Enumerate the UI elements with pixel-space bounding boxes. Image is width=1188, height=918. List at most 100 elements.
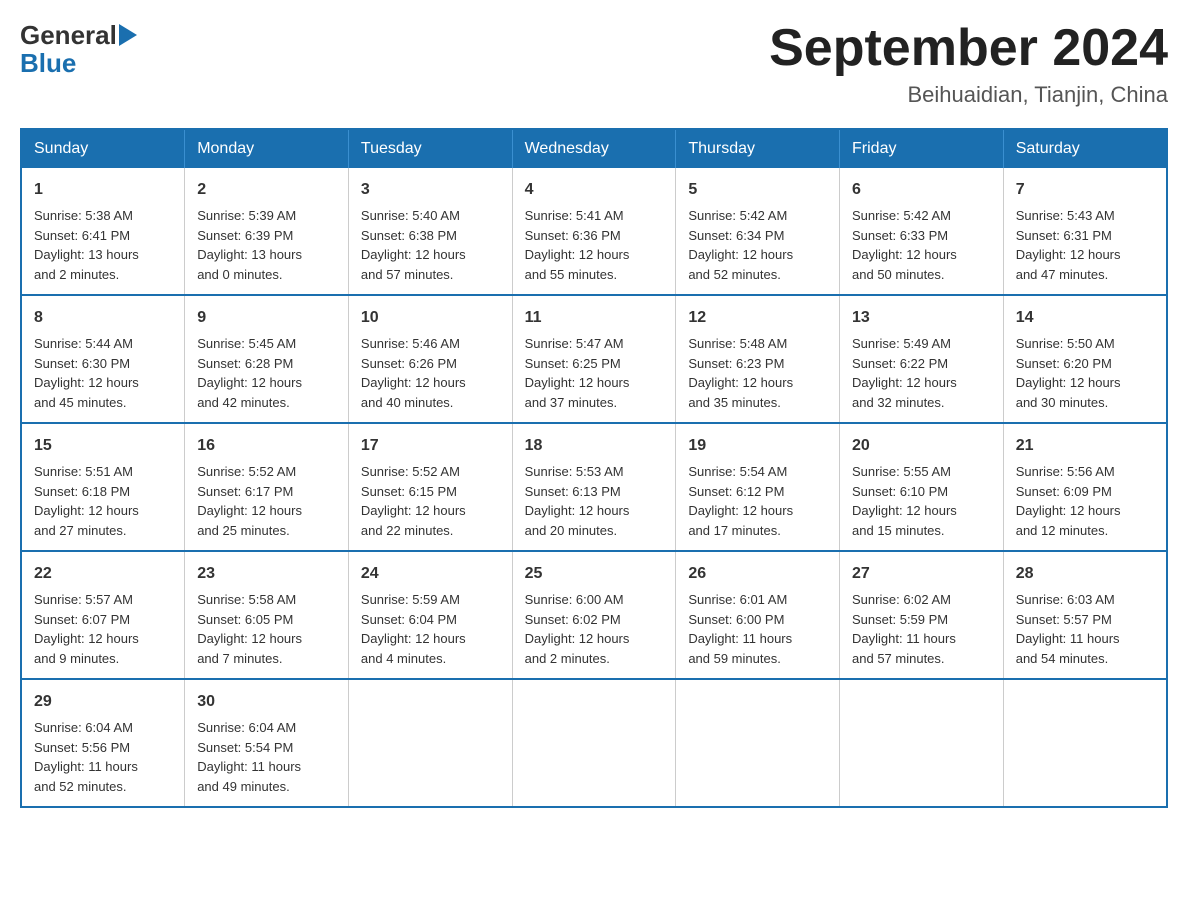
day-info: Sunrise: 5:40 AM Sunset: 6:38 PM Dayligh…: [361, 206, 500, 284]
day-info: Sunrise: 5:52 AM Sunset: 6:17 PM Dayligh…: [197, 462, 336, 540]
logo: General Blue: [20, 20, 137, 76]
day-info: Sunrise: 5:46 AM Sunset: 6:26 PM Dayligh…: [361, 334, 500, 412]
calendar-cell: [348, 679, 512, 807]
day-number: 12: [688, 306, 827, 330]
calendar-cell: 12 Sunrise: 5:48 AM Sunset: 6:23 PM Dayli…: [676, 295, 840, 423]
day-info: Sunrise: 5:47 AM Sunset: 6:25 PM Dayligh…: [525, 334, 664, 412]
day-info: Sunrise: 5:54 AM Sunset: 6:12 PM Dayligh…: [688, 462, 827, 540]
calendar-table: SundayMondayTuesdayWednesdayThursdayFrid…: [20, 128, 1168, 808]
day-info: Sunrise: 5:50 AM Sunset: 6:20 PM Dayligh…: [1016, 334, 1154, 412]
calendar-cell: 26 Sunrise: 6:01 AM Sunset: 6:00 PM Dayli…: [676, 551, 840, 679]
day-info: Sunrise: 5:58 AM Sunset: 6:05 PM Dayligh…: [197, 590, 336, 668]
day-info: Sunrise: 5:49 AM Sunset: 6:22 PM Dayligh…: [852, 334, 991, 412]
day-number: 8: [34, 306, 172, 330]
day-info: Sunrise: 5:48 AM Sunset: 6:23 PM Dayligh…: [688, 334, 827, 412]
calendar-cell: [512, 679, 676, 807]
calendar-cell: [840, 679, 1004, 807]
day-number: 7: [1016, 178, 1154, 202]
calendar-cell: 21 Sunrise: 5:56 AM Sunset: 6:09 PM Dayli…: [1003, 423, 1167, 551]
calendar-cell: 19 Sunrise: 5:54 AM Sunset: 6:12 PM Dayli…: [676, 423, 840, 551]
day-number: 28: [1016, 562, 1154, 586]
calendar-cell: 13Sunrise: 5:49 AM Sunset: 6:22 PM Dayli…: [840, 295, 1004, 423]
day-number: 20: [852, 434, 991, 458]
page-header: General Blue September 2024 Beihuaidian,…: [20, 20, 1168, 108]
day-number: 27: [852, 562, 991, 586]
header-saturday: Saturday: [1003, 129, 1167, 168]
day-info: Sunrise: 5:55 AM Sunset: 6:10 PM Dayligh…: [852, 462, 991, 540]
day-info: Sunrise: 6:04 AM Sunset: 5:56 PM Dayligh…: [34, 718, 172, 796]
calendar-cell: 27 Sunrise: 6:02 AM Sunset: 5:59 PM Dayli…: [840, 551, 1004, 679]
day-info: Sunrise: 5:38 AM Sunset: 6:41 PM Dayligh…: [34, 206, 172, 284]
calendar-cell: 24Sunrise: 5:59 AM Sunset: 6:04 PM Dayli…: [348, 551, 512, 679]
day-info: Sunrise: 5:39 AM Sunset: 6:39 PM Dayligh…: [197, 206, 336, 284]
header-friday: Friday: [840, 129, 1004, 168]
day-info: Sunrise: 5:57 AM Sunset: 6:07 PM Dayligh…: [34, 590, 172, 668]
logo-blue: Blue: [20, 48, 76, 78]
day-number: 30: [197, 690, 336, 714]
day-number: 9: [197, 306, 336, 330]
calendar-cell: 18Sunrise: 5:53 AM Sunset: 6:13 PM Dayli…: [512, 423, 676, 551]
day-info: Sunrise: 5:56 AM Sunset: 6:09 PM Dayligh…: [1016, 462, 1154, 540]
calendar-cell: 11 Sunrise: 5:47 AM Sunset: 6:25 PM Dayli…: [512, 295, 676, 423]
day-number: 2: [197, 178, 336, 202]
calendar-week-2: 8Sunrise: 5:44 AM Sunset: 6:30 PM Daylig…: [21, 295, 1167, 423]
day-info: Sunrise: 6:04 AM Sunset: 5:54 PM Dayligh…: [197, 718, 336, 796]
logo-general: General: [20, 22, 117, 48]
calendar-cell: 23 Sunrise: 5:58 AM Sunset: 6:05 PM Dayli…: [185, 551, 349, 679]
day-info: Sunrise: 6:01 AM Sunset: 6:00 PM Dayligh…: [688, 590, 827, 668]
calendar-cell: 10 Sunrise: 5:46 AM Sunset: 6:26 PM Dayli…: [348, 295, 512, 423]
header-tuesday: Tuesday: [348, 129, 512, 168]
calendar-cell: 2 Sunrise: 5:39 AM Sunset: 6:39 PM Daylig…: [185, 168, 349, 295]
calendar-cell: 7 Sunrise: 5:43 AM Sunset: 6:31 PM Daylig…: [1003, 168, 1167, 295]
day-number: 24: [361, 562, 500, 586]
day-number: 1: [34, 178, 172, 202]
day-info: Sunrise: 5:52 AM Sunset: 6:15 PM Dayligh…: [361, 462, 500, 540]
calendar-cell: 14 Sunrise: 5:50 AM Sunset: 6:20 PM Dayli…: [1003, 295, 1167, 423]
day-info: Sunrise: 5:51 AM Sunset: 6:18 PM Dayligh…: [34, 462, 172, 540]
calendar-cell: 1 Sunrise: 5:38 AM Sunset: 6:41 PM Daylig…: [21, 168, 185, 295]
calendar-subtitle: Beihuaidian, Tianjin, China: [769, 82, 1168, 108]
day-number: 5: [688, 178, 827, 202]
calendar-week-3: 15 Sunrise: 5:51 AM Sunset: 6:18 PM Dayli…: [21, 423, 1167, 551]
header-thursday: Thursday: [676, 129, 840, 168]
day-info: Sunrise: 5:42 AM Sunset: 6:34 PM Dayligh…: [688, 206, 827, 284]
day-number: 21: [1016, 434, 1154, 458]
calendar-cell: 20 Sunrise: 5:55 AM Sunset: 6:10 PM Dayli…: [840, 423, 1004, 551]
day-number: 3: [361, 178, 500, 202]
title-block: September 2024 Beihuaidian, Tianjin, Chi…: [769, 20, 1168, 108]
calendar-cell: 5 Sunrise: 5:42 AM Sunset: 6:34 PM Daylig…: [676, 168, 840, 295]
calendar-week-1: 1 Sunrise: 5:38 AM Sunset: 6:41 PM Daylig…: [21, 168, 1167, 295]
calendar-cell: 25 Sunrise: 6:00 AM Sunset: 6:02 PM Dayli…: [512, 551, 676, 679]
calendar-cell: [676, 679, 840, 807]
calendar-cell: 4Sunrise: 5:41 AM Sunset: 6:36 PM Daylig…: [512, 168, 676, 295]
calendar-cell: 30 Sunrise: 6:04 AM Sunset: 5:54 PM Dayli…: [185, 679, 349, 807]
day-info: Sunrise: 6:03 AM Sunset: 5:57 PM Dayligh…: [1016, 590, 1154, 668]
day-number: 23: [197, 562, 336, 586]
calendar-cell: 29 Sunrise: 6:04 AM Sunset: 5:56 PM Dayli…: [21, 679, 185, 807]
day-number: 16: [197, 434, 336, 458]
day-number: 26: [688, 562, 827, 586]
day-number: 17: [361, 434, 500, 458]
calendar-cell: 22Sunrise: 5:57 AM Sunset: 6:07 PM Dayli…: [21, 551, 185, 679]
calendar-cell: 9 Sunrise: 5:45 AM Sunset: 6:28 PM Daylig…: [185, 295, 349, 423]
day-info: Sunrise: 6:02 AM Sunset: 5:59 PM Dayligh…: [852, 590, 991, 668]
day-number: 19: [688, 434, 827, 458]
day-info: Sunrise: 5:53 AM Sunset: 6:13 PM Dayligh…: [525, 462, 664, 540]
day-number: 4: [525, 178, 664, 202]
day-info: Sunrise: 5:43 AM Sunset: 6:31 PM Dayligh…: [1016, 206, 1154, 284]
day-number: 25: [525, 562, 664, 586]
day-number: 11: [525, 306, 664, 330]
day-number: 10: [361, 306, 500, 330]
day-info: Sunrise: 6:00 AM Sunset: 6:02 PM Dayligh…: [525, 590, 664, 668]
logo-arrow-icon: [119, 24, 137, 50]
calendar-cell: 6 Sunrise: 5:42 AM Sunset: 6:33 PM Daylig…: [840, 168, 1004, 295]
calendar-cell: [1003, 679, 1167, 807]
calendar-cell: 8Sunrise: 5:44 AM Sunset: 6:30 PM Daylig…: [21, 295, 185, 423]
day-info: Sunrise: 5:45 AM Sunset: 6:28 PM Dayligh…: [197, 334, 336, 412]
day-number: 29: [34, 690, 172, 714]
header-monday: Monday: [185, 129, 349, 168]
day-number: 15: [34, 434, 172, 458]
day-number: 6: [852, 178, 991, 202]
day-number: 14: [1016, 306, 1154, 330]
day-info: Sunrise: 5:42 AM Sunset: 6:33 PM Dayligh…: [852, 206, 991, 284]
